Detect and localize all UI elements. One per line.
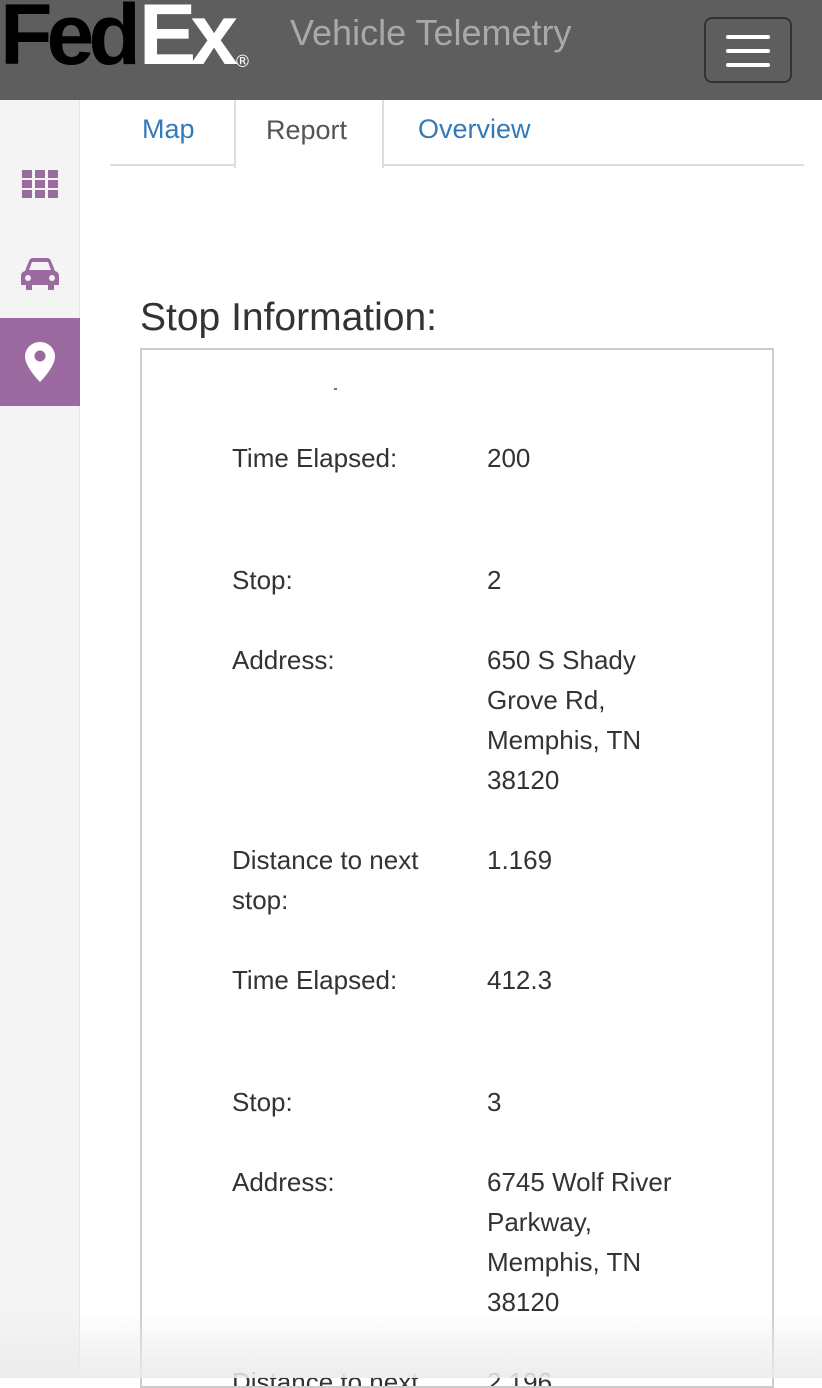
map-pin-icon bbox=[25, 342, 55, 382]
row-value: 2.196 bbox=[487, 1367, 553, 1388]
tab-overview[interactable]: Overview bbox=[418, 100, 531, 166]
row-value: 650 S Shady Grove Rd, Memphis, TN 38120 bbox=[487, 645, 642, 795]
row-label: Time Elapsed: bbox=[232, 965, 398, 995]
logo-ex-text: Ex bbox=[138, 0, 238, 83]
row-label: Stop: bbox=[232, 565, 293, 595]
top-navbar: Fed Ex ® Vehicle Telemetry bbox=[0, 0, 822, 100]
row-label: Distance to next stop: bbox=[232, 1367, 419, 1388]
row-value: 6745 Wolf River Parkway, Memphis, TN 381… bbox=[487, 1167, 672, 1317]
registered-mark: ® bbox=[234, 52, 251, 72]
sidebar bbox=[0, 100, 80, 1378]
fedex-logo[interactable]: Fed Ex ® bbox=[0, 0, 251, 83]
scroll-remnant bbox=[334, 388, 337, 390]
sidebar-item-stops[interactable] bbox=[0, 318, 80, 406]
row-label: Time Elapsed: bbox=[232, 443, 398, 473]
app-title: Vehicle Telemetry bbox=[290, 12, 572, 53]
row-value: 412.3 bbox=[487, 965, 553, 995]
view-tabs: Map Report Overview bbox=[110, 100, 804, 168]
sidebar-item-vehicles[interactable] bbox=[0, 230, 80, 318]
row-value: 1.169 bbox=[487, 845, 553, 875]
grid-icon bbox=[22, 170, 58, 198]
car-icon bbox=[21, 258, 59, 290]
sidebar-item-dashboard[interactable] bbox=[0, 140, 80, 228]
row-label: Stop: bbox=[232, 1087, 293, 1117]
section-title: Stop Information: bbox=[140, 296, 437, 339]
tab-report[interactable]: Report bbox=[234, 100, 384, 168]
stop-information-panel[interactable]: Time Elapsed: 200 Stop: 2 Address: 650 S… bbox=[140, 348, 774, 1388]
logo-fed-text: Fed bbox=[0, 0, 141, 83]
row-label: Distance to next stop: bbox=[232, 845, 419, 915]
row-value: 2 bbox=[487, 565, 502, 595]
row-label: Address: bbox=[232, 1167, 335, 1197]
row-label: Address: bbox=[232, 645, 335, 675]
tab-map[interactable]: Map bbox=[142, 100, 195, 166]
row-value: 200 bbox=[487, 443, 531, 473]
hamburger-menu-button[interactable] bbox=[704, 17, 792, 83]
row-value: 3 bbox=[487, 1087, 502, 1117]
